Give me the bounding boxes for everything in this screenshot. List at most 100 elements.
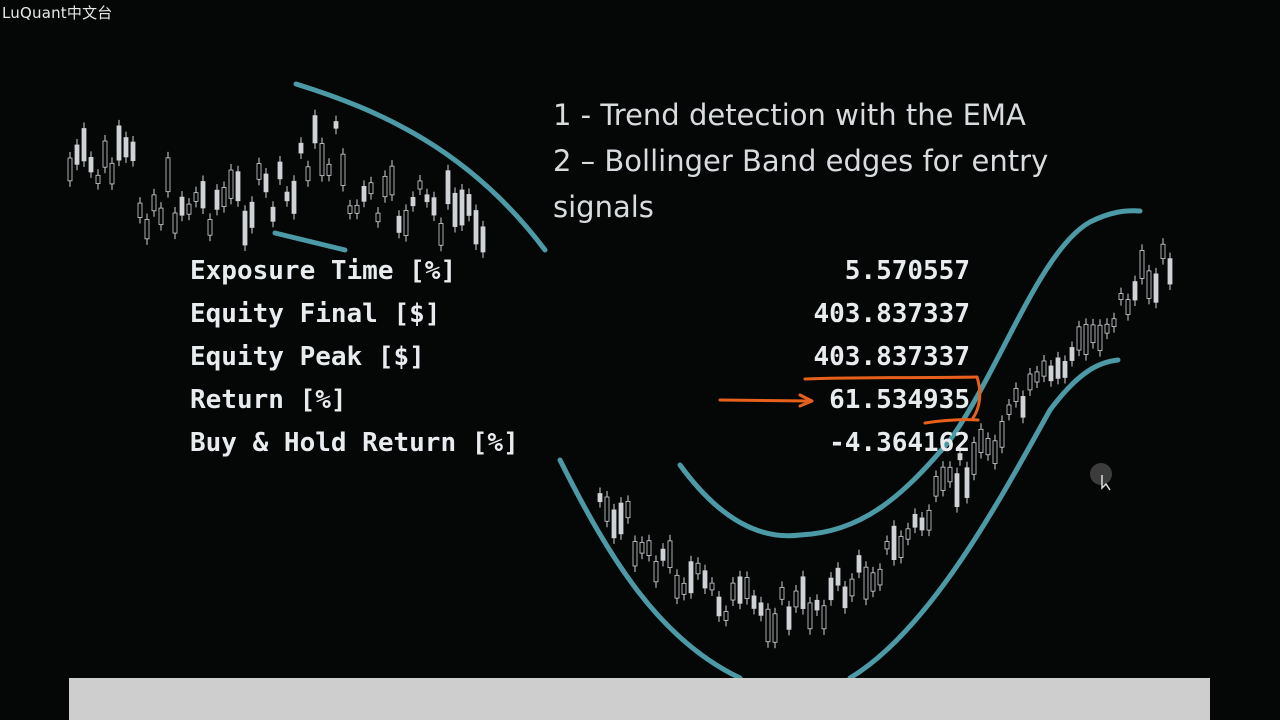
candle-body [1020, 396, 1026, 418]
candle-body [1097, 324, 1103, 352]
candle-body [898, 535, 904, 558]
slide-bullets: 1 - Trend detection with the EMA 2 – Bol… [553, 92, 1113, 230]
candle-body [228, 169, 234, 199]
candle-body [954, 473, 960, 507]
stat-label: Buy & Hold Return [%] [190, 428, 519, 458]
candle-body [74, 144, 80, 165]
candle-body [109, 162, 115, 185]
candle-body [1041, 360, 1047, 377]
candle-body [999, 420, 1005, 448]
candle-body [116, 125, 122, 161]
candle-body [807, 602, 813, 630]
stat-value: 5.570557 [844, 256, 970, 286]
candle-body [744, 577, 750, 599]
candle-body [632, 541, 638, 567]
candle-body [1013, 387, 1019, 402]
candle-body [319, 143, 325, 177]
candle-body [716, 596, 722, 617]
candle-body [403, 210, 409, 237]
candle-body [235, 171, 241, 202]
candle-body [67, 157, 73, 182]
stat-row-equity-final: Equity Final [$] 403.837337 [190, 293, 980, 336]
stat-value: 61.534935 [829, 385, 970, 415]
candle-body [800, 576, 806, 609]
candle-body [1160, 243, 1166, 260]
stat-row-return: Return [%] 61.534935 [190, 379, 980, 422]
candle-body [158, 207, 164, 226]
stat-row-buy-hold: Buy & Hold Return [%] -4.364162 [190, 422, 980, 465]
candle-body [179, 196, 185, 216]
candle-body [992, 440, 998, 464]
candle-body [389, 165, 395, 196]
candle-body [375, 212, 381, 223]
stat-label: Return [%] [190, 385, 347, 415]
stat-row-exposure: Exposure Time [%] 5.570557 [190, 250, 980, 293]
candle-body [856, 555, 862, 573]
candle-body [779, 586, 785, 600]
candle-body [1069, 347, 1075, 361]
candle-body [611, 509, 617, 539]
backtest-stats-table: Exposure Time [%] 5.570557 Equity Final … [190, 250, 980, 465]
candle-body [200, 181, 206, 209]
candle-body [396, 215, 402, 233]
stat-label: Equity Final [$] [190, 299, 441, 329]
candle-body [1104, 323, 1110, 334]
candle-body [326, 163, 332, 176]
candle-body [249, 201, 255, 228]
bottom-bar [69, 678, 1210, 720]
candle-body [709, 582, 715, 591]
candle-body [1062, 361, 1068, 378]
candle-body [431, 197, 437, 216]
candle-body [835, 567, 841, 586]
candle-body [172, 212, 178, 234]
channel-watermark: LuQuant中文台 [2, 4, 113, 22]
candle-body [702, 570, 708, 589]
stat-value: -4.364162 [829, 428, 970, 458]
candle-body [445, 170, 451, 205]
candle-body [912, 513, 918, 528]
candle-body [849, 578, 855, 597]
candle-body [361, 185, 367, 202]
candle-body [660, 548, 666, 561]
candle-body [1139, 250, 1145, 279]
candle-body [667, 540, 673, 569]
candle-body [821, 605, 827, 630]
candle-body [221, 187, 227, 208]
stat-row-equity-peak: Equity Peak [$] 403.837337 [190, 336, 980, 379]
candle-body [653, 561, 659, 583]
candle-body [256, 163, 262, 180]
candle-body [333, 121, 339, 129]
candle-body [81, 128, 87, 162]
candle-body [298, 142, 304, 154]
candle-body [480, 226, 486, 253]
candle-body [242, 210, 248, 246]
candle-body [1076, 326, 1082, 351]
stat-label: Exposure Time [%] [190, 256, 457, 286]
candle-body [193, 192, 199, 202]
candle-body [688, 561, 694, 594]
stat-value: 403.837337 [813, 299, 970, 329]
candle-body [347, 205, 353, 214]
candle-body [459, 189, 465, 226]
candle-body [438, 223, 444, 246]
candle-body [123, 137, 129, 158]
candle-body [919, 517, 925, 531]
bullet-signals-continuation: signals [553, 190, 654, 224]
candle-body [884, 541, 890, 550]
candle-body [312, 115, 318, 144]
candle-body [466, 194, 472, 216]
candle-body [95, 174, 101, 184]
candle-body [1055, 357, 1061, 379]
candle-body [674, 574, 680, 599]
candle-body [1111, 318, 1117, 328]
candle-body [828, 577, 834, 601]
candle-body [1083, 323, 1089, 356]
candle-body [751, 595, 757, 609]
candle-body [165, 157, 171, 193]
bullet-trend-detection: 1 - Trend detection with the EMA [553, 98, 1026, 132]
candle-body [947, 466, 953, 483]
candle-body [737, 576, 743, 604]
candle-body [793, 590, 799, 608]
candle-body [1118, 293, 1124, 301]
candle-body [151, 194, 157, 212]
